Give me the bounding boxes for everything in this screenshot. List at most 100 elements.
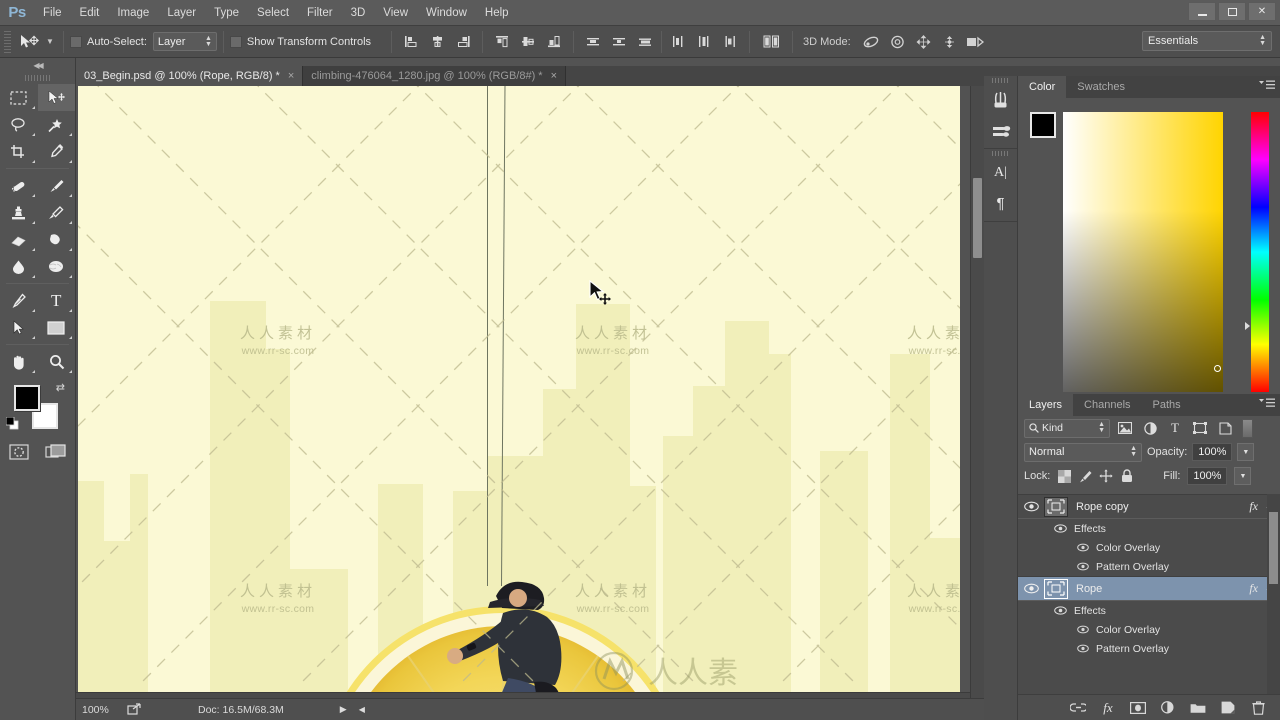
tab-channels[interactable]: Channels [1073,394,1142,416]
brush-panel-icon[interactable] [984,85,1017,115]
menu-select[interactable]: Select [248,0,298,26]
menu-3d[interactable]: 3D [342,0,375,26]
layer-list-scrollbar[interactable] [1267,494,1280,694]
tab-layers[interactable]: Layers [1018,394,1074,416]
crop-tool[interactable] [0,138,38,165]
align-left-edges-button[interactable] [398,30,424,54]
effect-row-color-overlay[interactable]: Color Overlay [1018,620,1280,639]
menu-file[interactable]: File [34,0,71,26]
character-panel-icon[interactable]: A| [984,158,1017,188]
close-icon[interactable]: × [288,70,294,82]
zoom-tool[interactable] [38,348,76,375]
lock-image-pixels-button[interactable] [1078,469,1092,484]
clone-stamp-tool[interactable] [0,199,38,226]
quick-mask-icon[interactable] [0,439,38,465]
lasso-tool[interactable] [0,111,38,138]
canvas-vertical-scrollbar[interactable] [970,86,984,706]
layer-fx-icon[interactable]: fx [1249,581,1258,596]
filter-pixel-layers-button[interactable] [1115,419,1135,438]
layer-effects-row[interactable]: Effects [1018,601,1280,620]
magic-wand-tool[interactable] [38,111,76,138]
gradient-tool[interactable] [38,226,76,253]
lock-all-button[interactable] [1120,469,1134,484]
horizontal-type-tool[interactable]: T [38,287,76,314]
distribute-left-edges-button[interactable] [665,30,691,54]
align-top-edges-button[interactable] [489,30,515,54]
effect-visibility-icon[interactable] [1076,623,1089,636]
link-layers-button[interactable] [1070,700,1086,716]
effects-visibility-icon[interactable] [1054,522,1067,535]
eraser-tool[interactable] [0,226,38,253]
lock-position-button[interactable] [1099,469,1113,484]
distribute-right-edges-button[interactable] [717,30,743,54]
layer-thumbnail[interactable] [1044,496,1068,517]
play-arrow-icon[interactable]: ▶ [340,704,347,715]
panel-menu-icon[interactable] [1259,398,1275,412]
move-tool[interactable] [37,84,75,111]
foreground-color-swatch[interactable] [1030,112,1056,138]
tab-paths[interactable]: Paths [1141,394,1192,416]
auto-select-dropdown[interactable]: Layer ▲ ▼ [152,32,217,51]
effect-row-pattern-overlay[interactable]: Pattern Overlay [1018,557,1280,576]
align-horizontal-centers-button[interactable] [424,30,450,54]
effect-row-color-overlay[interactable]: Color Overlay [1018,538,1280,557]
default-colors-icon[interactable] [5,416,19,430]
tab-color[interactable]: Color [1018,76,1067,98]
effects-visibility-icon[interactable] [1054,604,1067,617]
color-field[interactable] [1063,112,1223,392]
layer-thumbnail[interactable] [1044,578,1068,599]
show-transform-controls-checkbox[interactable] [229,35,242,48]
pen-tool[interactable] [0,287,38,314]
hue-slider[interactable] [1251,112,1269,392]
tab-swatches[interactable]: Swatches [1066,76,1136,98]
new-group-button[interactable] [1190,700,1206,716]
filter-shape-layers-button[interactable] [1190,419,1210,438]
add-layer-style-button[interactable]: fx [1100,700,1116,716]
scale-3d-object-icon[interactable] [963,30,989,54]
layer-visibility-icon[interactable] [1018,583,1044,594]
filter-enable-toggle[interactable] [1242,418,1253,438]
layer-visibility-icon[interactable] [1018,501,1044,512]
opacity-input[interactable]: 100% [1192,443,1233,461]
brush-tool[interactable] [38,172,76,199]
distribute-bottom-edges-button[interactable] [632,30,658,54]
zoom-level[interactable]: 100% [76,704,120,716]
rectangular-marquee-tool[interactable] [0,84,38,111]
swap-colors-icon[interactable]: ⇄ [56,381,65,394]
distribute-top-edges-button[interactable] [580,30,606,54]
layer-effects-row[interactable]: Effects [1018,519,1280,538]
workspace-selector[interactable]: Essentials ▲ ▼ [1142,31,1272,51]
effect-visibility-icon[interactable] [1076,642,1089,655]
menu-view[interactable]: View [374,0,417,26]
scroll-thumb[interactable] [1269,512,1278,584]
menu-image[interactable]: Image [108,0,158,26]
path-selection-tool[interactable] [0,314,38,341]
layer-list[interactable]: Rope copy fx ▲ Effects Color Overlay [1018,494,1280,694]
auto-select-checkbox[interactable] [70,35,82,48]
align-vertical-centers-button[interactable] [515,30,541,54]
rectangle-tool[interactable] [38,314,76,341]
distribute-horizontal-centers-button[interactable] [691,30,717,54]
minimize-button[interactable] [1188,2,1216,21]
document-tab-climbing[interactable]: climbing-476064_1280.jpg @ 100% (RGB/8#)… [303,66,567,86]
effect-visibility-icon[interactable] [1076,541,1089,554]
options-bar-grip[interactable] [4,30,11,53]
rotate-3d-object-icon[interactable] [859,30,885,54]
foreground-color-swatch[interactable] [14,385,40,411]
left-arrow-icon[interactable]: ◀ [359,705,365,714]
effect-visibility-icon[interactable] [1076,560,1089,573]
menu-layer[interactable]: Layer [158,0,205,26]
layer-fx-icon[interactable]: fx [1249,499,1258,514]
document-canvas[interactable]: 人人素材 www.rr-sc.com 人人素材 www.rr-sc.com 人人… [78,86,960,698]
blend-mode-dropdown[interactable]: Normal ▲ ▼ [1024,442,1142,462]
move-tool-icon[interactable] [15,30,43,54]
fill-input[interactable]: 100% [1187,467,1228,485]
add-layer-mask-button[interactable] [1130,700,1146,716]
lock-transparent-pixels-button[interactable] [1057,469,1071,484]
scroll-thumb[interactable] [973,178,982,258]
align-bottom-edges-button[interactable] [541,30,567,54]
menu-help[interactable]: Help [476,0,518,26]
roll-3d-object-icon[interactable] [885,30,911,54]
close-button[interactable]: ✕ [1248,2,1276,21]
close-icon[interactable]: × [551,70,557,82]
